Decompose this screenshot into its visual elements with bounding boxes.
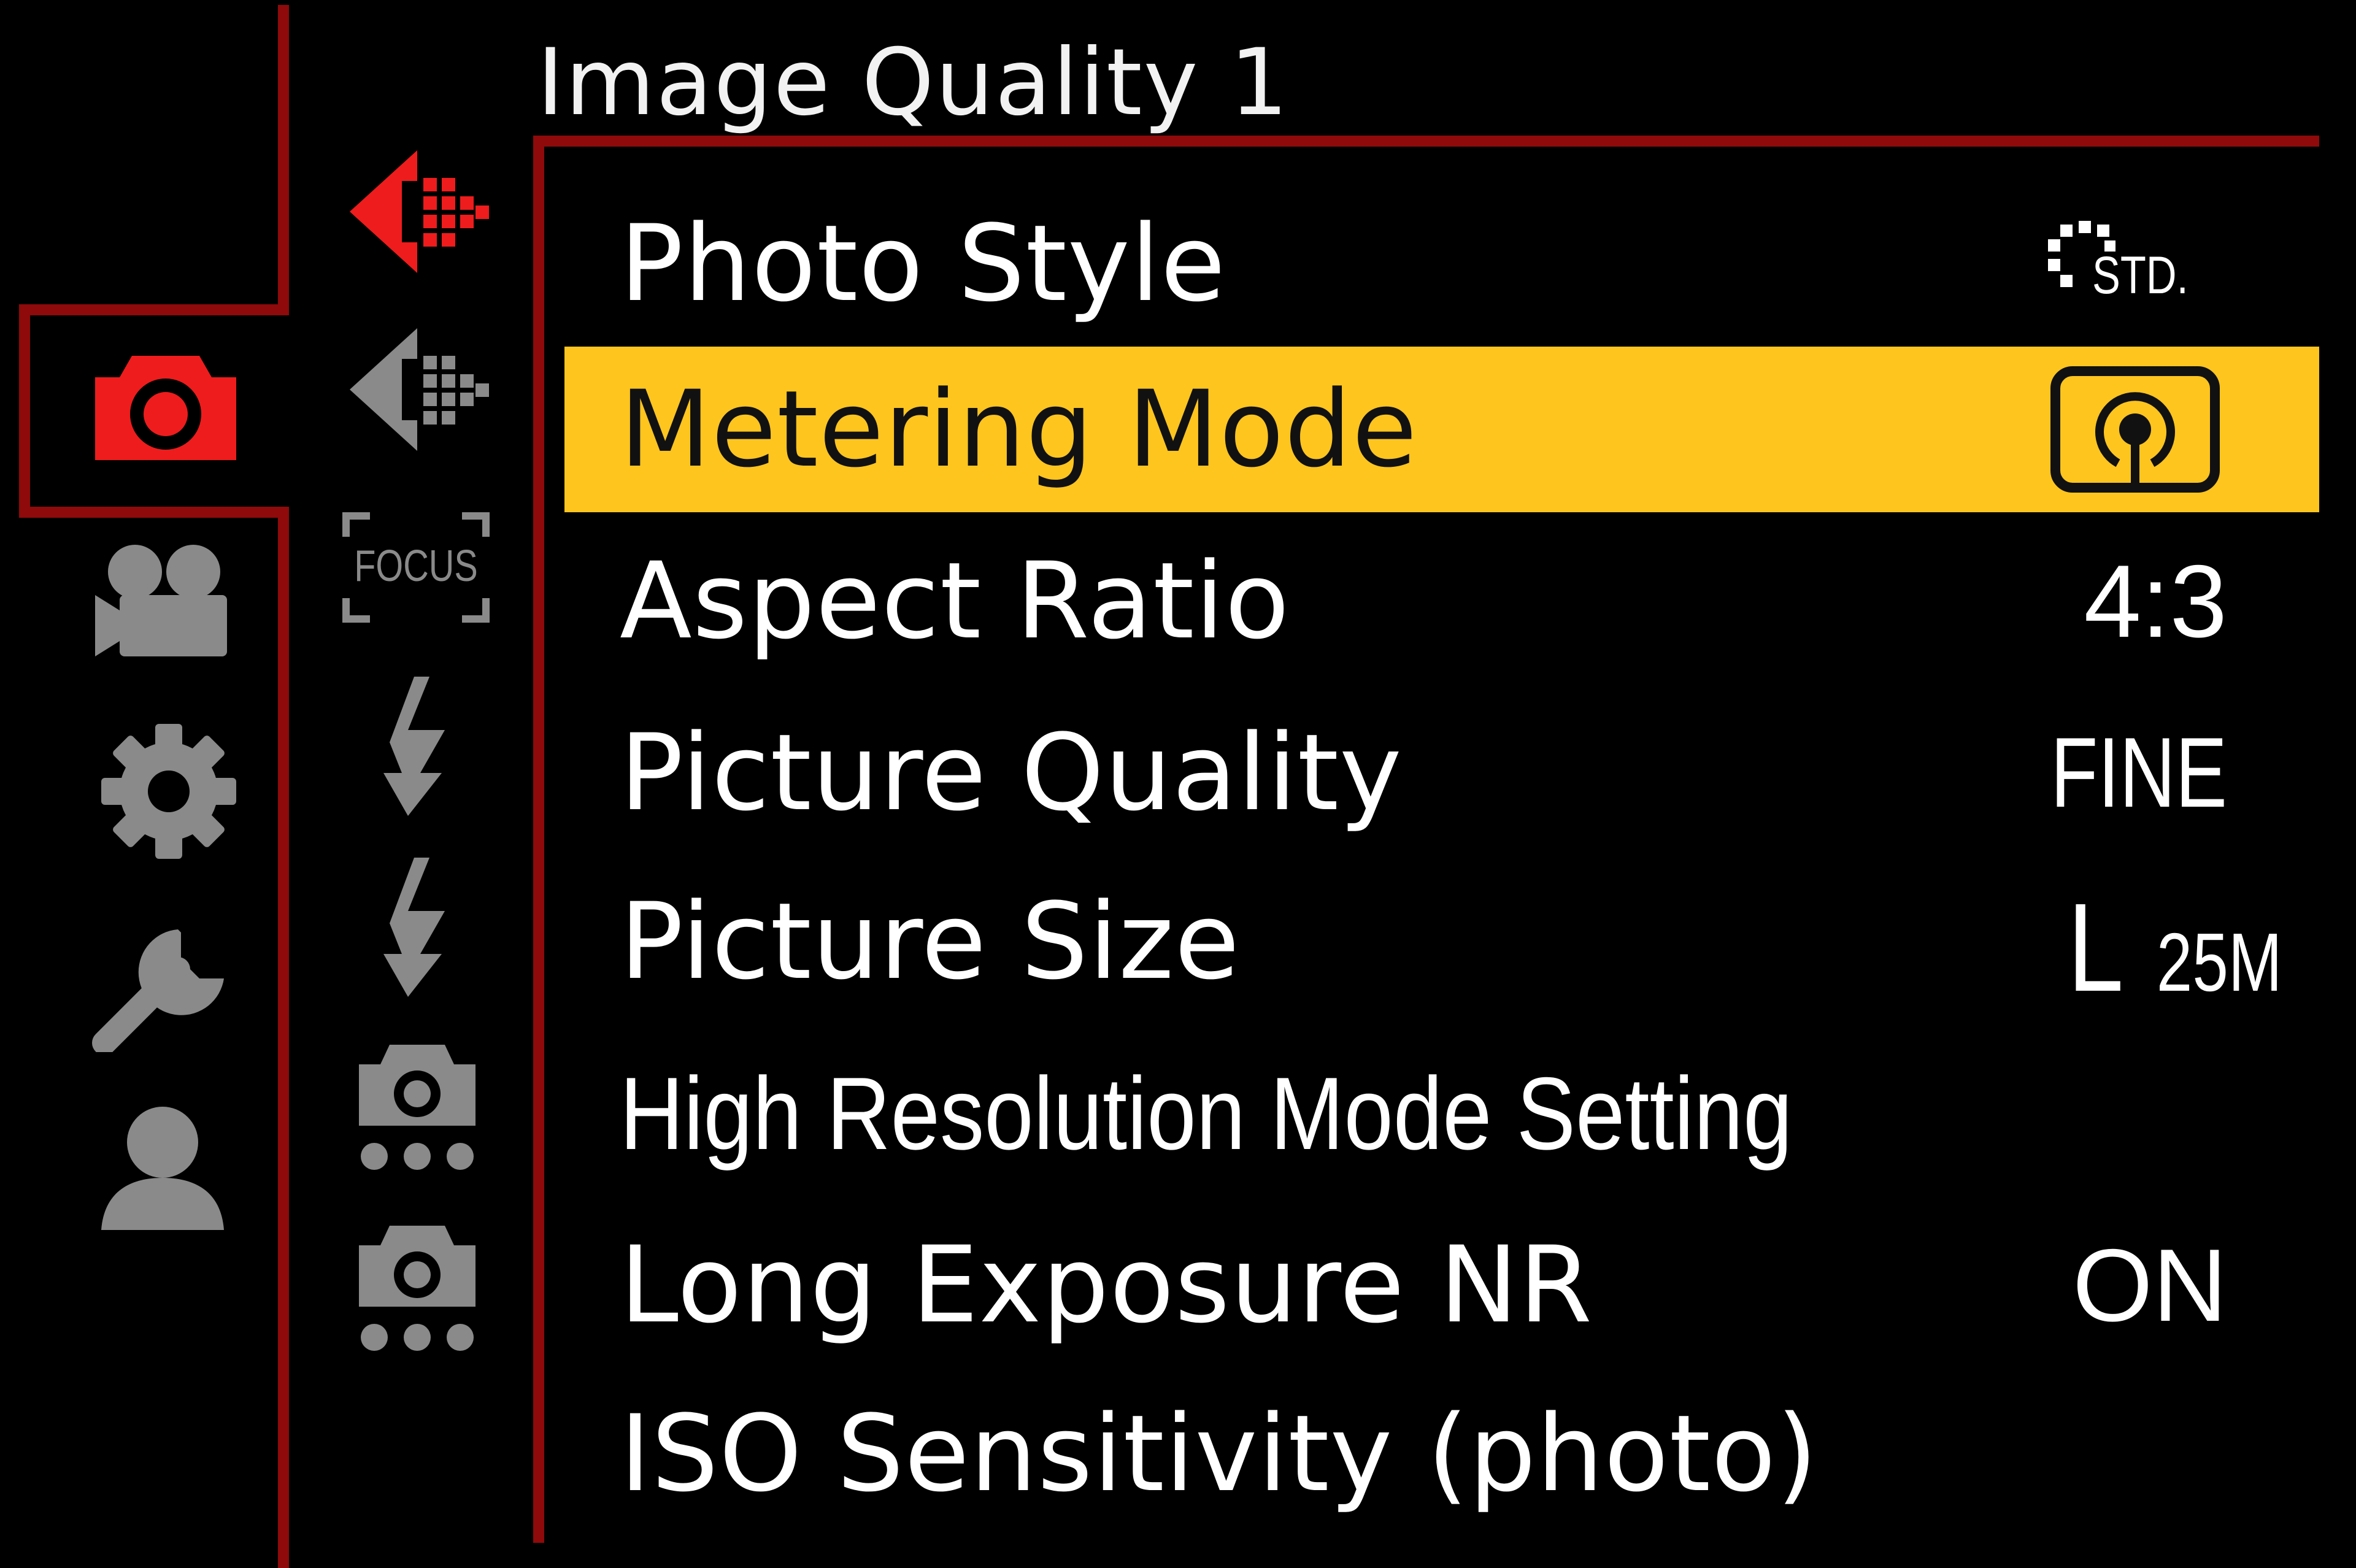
aspect-ratio-value: 4:3 [2084, 544, 2227, 659]
tab-video[interactable] [92, 540, 239, 663]
menu-item-value: L 25M [1951, 859, 2319, 1024]
person-icon [101, 1107, 224, 1230]
picture-quality-value: FINE [2050, 717, 2227, 828]
tab-focus[interactable]: FOCUS [342, 512, 490, 623]
menu-item-value: FINE [1951, 690, 2319, 856]
photo-style-value: STD. [2092, 246, 2189, 305]
menu-item-label: ISO Sensitivity (photo) [620, 1392, 1819, 1515]
menu-item-value: 4:3 [1951, 518, 2319, 684]
focus-icon: FOCUS [342, 512, 490, 623]
picture-size-big: L [2068, 883, 2123, 1006]
tab-setup[interactable] [92, 905, 239, 1052]
video-camera-icon [95, 545, 227, 656]
flash-icon [383, 858, 445, 997]
wrench-icon [92, 929, 224, 1052]
camera-dots-icon [359, 1045, 475, 1170]
picture-size-small: 25M [2157, 915, 2282, 1006]
tab-image-quality-2[interactable] [344, 322, 491, 457]
tab-photo[interactable] [86, 344, 245, 466]
menu-item-label: Photo Style [620, 202, 1226, 325]
focus-icon-label: FOCUS [354, 541, 478, 591]
menu-item-label: Aspect Ratio [620, 539, 1290, 663]
tab-others-1[interactable] [356, 1040, 479, 1175]
menu-item-label: Picture Quality [620, 711, 1403, 834]
menu-item-high-resolution-mode-setting[interactable]: High Resolution Mode Setting [564, 1031, 2319, 1196]
image-quality-icon [350, 150, 489, 273]
gear-icon [101, 724, 236, 859]
menu-item-long-exposure-nr[interactable]: Long Exposure NR ON [564, 1202, 2319, 1368]
menu-item-picture-quality[interactable]: Picture Quality FINE [564, 690, 2319, 856]
menu-item-iso-sensitivity-photo[interactable]: ISO Sensitivity (photo) [564, 1371, 2319, 1537]
menu-item-value [1951, 347, 2319, 512]
menu-item-value: STD. [1951, 181, 2319, 347]
camera-dots-icon [359, 1226, 475, 1351]
menu-item-label: Metering Mode [620, 367, 1418, 491]
flash-icon [383, 677, 445, 816]
picture-size-icon: L 25M [2068, 883, 2282, 1006]
menu-item-label: Long Exposure NR [620, 1223, 1593, 1347]
tab-flash-1[interactable] [371, 672, 463, 819]
menu-item-label: Picture Size [620, 880, 1241, 1003]
camera-menu-screen: FOCUS Image Quality 1 Photo Style STD. M… [0, 0, 2356, 1568]
tab-custom[interactable] [98, 721, 239, 862]
photo-style-standard-icon: STD. [2048, 221, 2189, 305]
image-quality-icon [350, 328, 489, 451]
menu-item-value: ON [1951, 1202, 2319, 1368]
tab-image-quality-1[interactable] [344, 144, 491, 279]
tab-my-menu[interactable] [98, 1104, 233, 1239]
menu-item-picture-size[interactable]: Picture Size L 25M [564, 859, 2319, 1024]
menu-item-metering-mode[interactable]: Metering Mode [564, 347, 2319, 512]
menu-item-photo-style[interactable]: Photo Style STD. [564, 181, 2319, 347]
camera-icon [95, 356, 236, 460]
multiple-metering-icon [2050, 366, 2220, 493]
tab-others-2[interactable] [356, 1221, 479, 1356]
menu-title: Image Quality 1 [537, 29, 1290, 136]
long-exposure-nr-value: ON [2073, 1228, 2227, 1343]
menu-item-aspect-ratio[interactable]: Aspect Ratio 4:3 [564, 518, 2319, 684]
tab-flash-2[interactable] [371, 853, 463, 1000]
menu-item-label: High Resolution Mode Setting [620, 1056, 1793, 1171]
